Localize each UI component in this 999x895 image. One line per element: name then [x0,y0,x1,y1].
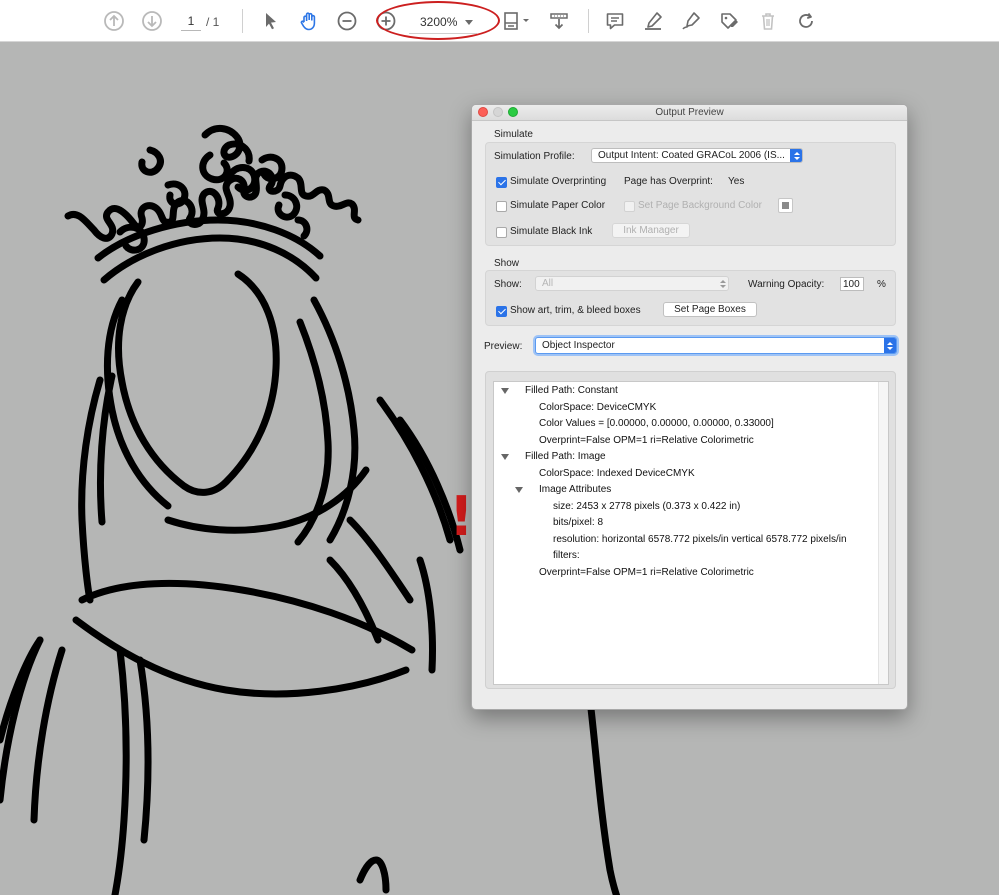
tree-row[interactable]: Image Attributes [539,484,611,496]
disclosure-triangle-icon[interactable] [501,454,509,460]
show-group-label: Show [494,258,520,269]
tree-row[interactable]: resolution: horizontal 6578.772 pixels/i… [553,534,847,546]
rotate-button[interactable] [793,8,819,34]
set-page-background-color-label: Set Page Background Color [638,200,762,211]
simulate-black-ink-label: Simulate Black Ink [510,226,593,237]
show-boxes-label: Show art, trim, & bleed boxes [510,305,641,316]
show-label: Show: [494,279,522,290]
red-highlight-ellipse [376,1,500,40]
simulation-profile-label: Simulation Profile: [494,151,575,162]
scroll-down-icon [550,13,568,30]
page-number-input[interactable] [181,12,201,31]
background-color-swatch[interactable] [778,198,793,213]
toolbar-separator [588,9,589,33]
simulation-profile-value: Output Intent: Coated GRACoL 2006 (IS... [598,150,785,161]
tree-row[interactable]: ColorSpace: DeviceCMYK [539,402,656,414]
comment-button[interactable] [602,8,628,34]
tag-pen-icon [721,13,738,29]
toolbar: / 1 3200% [0,0,999,42]
object-inspector-group: Filled Path: Constant ColorSpace: Device… [485,371,896,689]
rotate-clockwise-icon [799,12,813,28]
tree-row[interactable]: Color Values = [0.00000, 0.00000, 0.0000… [539,418,774,430]
disclosure-triangle-icon[interactable] [515,487,523,493]
set-page-boxes-button[interactable]: Set Page Boxes [663,302,757,317]
inspector-scrollbar[interactable] [878,382,888,684]
fit-page-button[interactable] [500,8,534,34]
pen-nib-icon [682,12,700,30]
warning-opacity-label: Warning Opacity: [748,279,825,290]
cursor-arrow-icon [266,13,276,30]
select-tool-button[interactable] [257,8,283,34]
hand-tool-button[interactable] [296,8,322,34]
hand-icon [300,12,316,31]
simulate-overprinting-checkbox[interactable] [496,177,507,188]
simulate-overprinting-label: Simulate Overprinting [510,176,607,187]
simulation-profile-select[interactable]: Output Intent: Coated GRACoL 2006 (IS... [591,148,803,163]
tree-row[interactable]: size: 2453 x 2778 pixels (0.373 x 0.422 … [553,501,740,513]
tree-row[interactable]: bits/pixel: 8 [553,517,603,529]
page-total: / 1 [206,15,220,29]
tree-row[interactable]: Filled Path: Constant [525,385,618,397]
simulate-group-label: Simulate [494,129,533,140]
close-window-button[interactable] [478,107,488,117]
simulate-paper-color-checkbox[interactable] [496,201,507,212]
ink-manager-button[interactable]: Ink Manager [612,223,690,238]
speech-bubble-icon [606,13,624,30]
tree-row[interactable]: Overprint=False OPM=1 ri=Relative Colori… [539,435,754,447]
warning-opacity-input[interactable] [840,277,864,291]
arrow-up-circle-icon [104,11,124,31]
show-select[interactable]: All [535,276,729,291]
object-inspector-tree[interactable]: Filled Path: Constant ColorSpace: Device… [493,381,889,685]
percent-label: % [877,279,886,290]
toolbar-separator [242,9,243,33]
show-value: All [542,278,554,289]
show-boxes-checkbox[interactable] [496,306,507,317]
tree-row[interactable]: filters: [553,550,580,562]
highlight-button[interactable] [640,8,666,34]
exclamation-mark: ! [449,485,474,548]
minimize-window-button[interactable] [493,107,503,117]
trash-icon [762,13,774,30]
page-has-overprint-value: Yes [728,176,745,187]
disclosure-triangle-icon[interactable] [501,388,509,394]
output-preview-dialog: Output Preview Simulate Simulation Profi… [471,104,908,710]
delete-button[interactable] [755,8,781,34]
previous-page-button[interactable] [101,8,127,34]
simulate-paper-color-label: Simulate Paper Color [510,200,606,211]
set-page-background-color-checkbox[interactable] [624,201,635,212]
tree-row[interactable]: Filled Path: Image [525,451,606,463]
stepper-arrows-icon [884,338,896,353]
simulate-black-ink-checkbox[interactable] [496,227,507,238]
next-page-button[interactable] [139,8,165,34]
tree-row[interactable]: Overprint=False OPM=1 ri=Relative Colori… [539,567,754,579]
stepper-arrows-icon [790,149,802,162]
zoom-out-button[interactable] [334,8,360,34]
arrow-down-circle-icon [142,11,162,31]
tag-edit-button[interactable] [716,8,742,34]
fit-width-icon [504,12,529,30]
preview-label: Preview: [484,341,523,352]
preview-mode-select[interactable]: Object Inspector [535,337,897,354]
draw-button[interactable] [678,8,704,34]
zoom-window-button[interactable] [508,107,518,117]
dialog-titlebar[interactable]: Output Preview [472,105,907,121]
dialog-title: Output Preview [655,107,724,118]
highlighter-pen-icon [645,12,662,30]
scrolling-mode-button[interactable] [546,8,572,34]
tree-row[interactable]: ColorSpace: Indexed DeviceCMYK [539,468,695,480]
page-has-overprint-label: Page has Overprint: [624,176,713,187]
preview-mode-value: Object Inspector [542,340,615,351]
minus-circle-icon [337,11,357,31]
stepper-arrows-icon [716,277,728,290]
